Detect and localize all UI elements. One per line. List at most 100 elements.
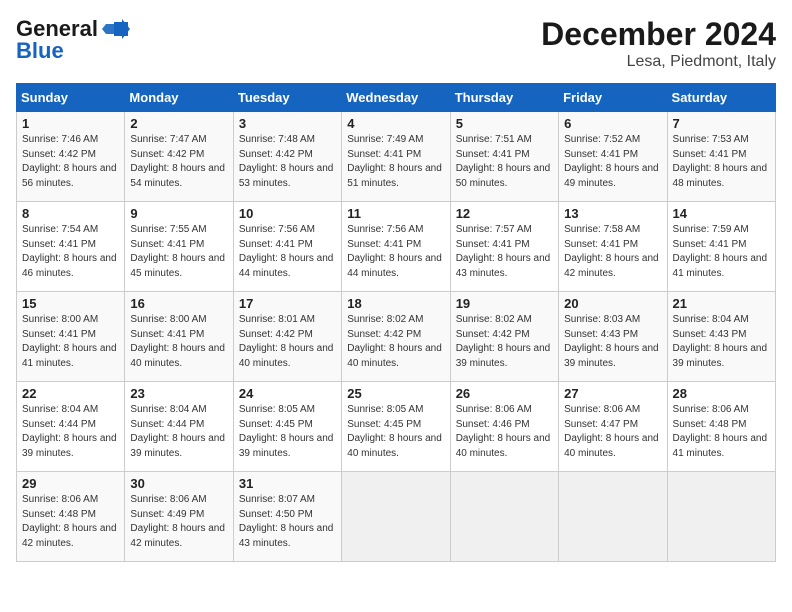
day-info: Sunrise: 7:52 AMSunset: 4:41 PMDaylight:… [564, 134, 659, 189]
day-number: 30 [130, 476, 227, 491]
calendar-week-row: 8 Sunrise: 7:54 AMSunset: 4:41 PMDayligh… [17, 202, 776, 292]
day-number: 18 [347, 296, 444, 311]
day-info: Sunrise: 8:05 AMSunset: 4:45 PMDaylight:… [239, 404, 334, 459]
calendar-table: SundayMondayTuesdayWednesdayThursdayFrid… [16, 83, 776, 562]
day-number: 19 [456, 296, 553, 311]
day-number: 12 [456, 206, 553, 221]
day-info: Sunrise: 8:05 AMSunset: 4:45 PMDaylight:… [347, 404, 442, 459]
day-info: Sunrise: 7:48 AMSunset: 4:42 PMDaylight:… [239, 134, 334, 189]
calendar-day-cell: 16 Sunrise: 8:00 AMSunset: 4:41 PMDaylig… [125, 292, 233, 382]
day-number: 7 [673, 116, 770, 131]
day-info: Sunrise: 8:04 AMSunset: 4:44 PMDaylight:… [130, 404, 225, 459]
calendar-day-cell: 12 Sunrise: 7:57 AMSunset: 4:41 PMDaylig… [450, 202, 558, 292]
calendar-day-cell: 21 Sunrise: 8:04 AMSunset: 4:43 PMDaylig… [667, 292, 775, 382]
weekday-header-tuesday: Tuesday [233, 84, 341, 112]
weekday-header-sunday: Sunday [17, 84, 125, 112]
day-number: 23 [130, 386, 227, 401]
weekday-header-wednesday: Wednesday [342, 84, 450, 112]
calendar-day-cell: 4 Sunrise: 7:49 AMSunset: 4:41 PMDayligh… [342, 112, 450, 202]
day-info: Sunrise: 8:02 AMSunset: 4:42 PMDaylight:… [456, 314, 551, 369]
day-number: 22 [22, 386, 119, 401]
day-number: 10 [239, 206, 336, 221]
weekday-header-friday: Friday [559, 84, 667, 112]
calendar-day-cell [342, 472, 450, 562]
weekday-header-monday: Monday [125, 84, 233, 112]
day-number: 6 [564, 116, 661, 131]
day-number: 26 [456, 386, 553, 401]
day-number: 28 [673, 386, 770, 401]
day-info: Sunrise: 8:00 AMSunset: 4:41 PMDaylight:… [130, 314, 225, 369]
day-number: 21 [673, 296, 770, 311]
day-info: Sunrise: 8:00 AMSunset: 4:41 PMDaylight:… [22, 314, 117, 369]
day-info: Sunrise: 8:02 AMSunset: 4:42 PMDaylight:… [347, 314, 442, 369]
calendar-day-cell: 1 Sunrise: 7:46 AMSunset: 4:42 PMDayligh… [17, 112, 125, 202]
calendar-day-cell: 14 Sunrise: 7:59 AMSunset: 4:41 PMDaylig… [667, 202, 775, 292]
day-info: Sunrise: 7:47 AMSunset: 4:42 PMDaylight:… [130, 134, 225, 189]
calendar-day-cell: 3 Sunrise: 7:48 AMSunset: 4:42 PMDayligh… [233, 112, 341, 202]
calendar-day-cell: 15 Sunrise: 8:00 AMSunset: 4:41 PMDaylig… [17, 292, 125, 382]
calendar-day-cell: 10 Sunrise: 7:56 AMSunset: 4:41 PMDaylig… [233, 202, 341, 292]
day-number: 3 [239, 116, 336, 131]
day-number: 8 [22, 206, 119, 221]
day-number: 24 [239, 386, 336, 401]
day-number: 25 [347, 386, 444, 401]
day-info: Sunrise: 8:04 AMSunset: 4:44 PMDaylight:… [22, 404, 117, 459]
title-block: December 2024 Lesa, Piedmont, Italy [541, 16, 776, 71]
calendar-day-cell: 30 Sunrise: 8:06 AMSunset: 4:49 PMDaylig… [125, 472, 233, 562]
day-info: Sunrise: 7:59 AMSunset: 4:41 PMDaylight:… [673, 224, 768, 279]
calendar-day-cell: 18 Sunrise: 8:02 AMSunset: 4:42 PMDaylig… [342, 292, 450, 382]
calendar-day-cell: 13 Sunrise: 7:58 AMSunset: 4:41 PMDaylig… [559, 202, 667, 292]
weekday-header-row: SundayMondayTuesdayWednesdayThursdayFrid… [17, 84, 776, 112]
day-number: 14 [673, 206, 770, 221]
day-info: Sunrise: 8:06 AMSunset: 4:46 PMDaylight:… [456, 404, 551, 459]
calendar-day-cell: 22 Sunrise: 8:04 AMSunset: 4:44 PMDaylig… [17, 382, 125, 472]
day-info: Sunrise: 7:55 AMSunset: 4:41 PMDaylight:… [130, 224, 225, 279]
calendar-day-cell: 24 Sunrise: 8:05 AMSunset: 4:45 PMDaylig… [233, 382, 341, 472]
calendar-day-cell: 2 Sunrise: 7:47 AMSunset: 4:42 PMDayligh… [125, 112, 233, 202]
day-info: Sunrise: 8:06 AMSunset: 4:48 PMDaylight:… [673, 404, 768, 459]
location: Lesa, Piedmont, Italy [541, 53, 776, 71]
calendar-day-cell: 8 Sunrise: 7:54 AMSunset: 4:41 PMDayligh… [17, 202, 125, 292]
day-number: 4 [347, 116, 444, 131]
day-number: 1 [22, 116, 119, 131]
logo-blue: Blue [16, 38, 64, 64]
day-info: Sunrise: 7:53 AMSunset: 4:41 PMDaylight:… [673, 134, 768, 189]
calendar-day-cell: 28 Sunrise: 8:06 AMSunset: 4:48 PMDaylig… [667, 382, 775, 472]
day-info: Sunrise: 8:03 AMSunset: 4:43 PMDaylight:… [564, 314, 659, 369]
calendar-day-cell: 5 Sunrise: 7:51 AMSunset: 4:41 PMDayligh… [450, 112, 558, 202]
calendar-week-row: 1 Sunrise: 7:46 AMSunset: 4:42 PMDayligh… [17, 112, 776, 202]
day-number: 9 [130, 206, 227, 221]
day-number: 17 [239, 296, 336, 311]
day-number: 29 [22, 476, 119, 491]
day-number: 27 [564, 386, 661, 401]
calendar-day-cell: 31 Sunrise: 8:07 AMSunset: 4:50 PMDaylig… [233, 472, 341, 562]
day-info: Sunrise: 8:06 AMSunset: 4:48 PMDaylight:… [22, 494, 117, 549]
calendar-day-cell: 25 Sunrise: 8:05 AMSunset: 4:45 PMDaylig… [342, 382, 450, 472]
calendar-week-row: 15 Sunrise: 8:00 AMSunset: 4:41 PMDaylig… [17, 292, 776, 382]
calendar-day-cell: 20 Sunrise: 8:03 AMSunset: 4:43 PMDaylig… [559, 292, 667, 382]
day-info: Sunrise: 7:54 AMSunset: 4:41 PMDaylight:… [22, 224, 117, 279]
day-info: Sunrise: 7:51 AMSunset: 4:41 PMDaylight:… [456, 134, 551, 189]
calendar-day-cell: 7 Sunrise: 7:53 AMSunset: 4:41 PMDayligh… [667, 112, 775, 202]
calendar-day-cell [559, 472, 667, 562]
logo-arrow-icon [100, 18, 130, 40]
weekday-header-thursday: Thursday [450, 84, 558, 112]
weekday-header-saturday: Saturday [667, 84, 775, 112]
day-number: 20 [564, 296, 661, 311]
day-info: Sunrise: 8:01 AMSunset: 4:42 PMDaylight:… [239, 314, 334, 369]
calendar-day-cell [450, 472, 558, 562]
calendar-day-cell: 23 Sunrise: 8:04 AMSunset: 4:44 PMDaylig… [125, 382, 233, 472]
day-number: 11 [347, 206, 444, 221]
day-number: 15 [22, 296, 119, 311]
calendar-day-cell: 6 Sunrise: 7:52 AMSunset: 4:41 PMDayligh… [559, 112, 667, 202]
day-number: 2 [130, 116, 227, 131]
day-info: Sunrise: 7:49 AMSunset: 4:41 PMDaylight:… [347, 134, 442, 189]
logo: General Blue [16, 16, 130, 64]
calendar-week-row: 22 Sunrise: 8:04 AMSunset: 4:44 PMDaylig… [17, 382, 776, 472]
day-number: 13 [564, 206, 661, 221]
calendar-day-cell: 26 Sunrise: 8:06 AMSunset: 4:46 PMDaylig… [450, 382, 558, 472]
page-header: General Blue December 2024 Lesa, Piedmon… [16, 16, 776, 71]
day-info: Sunrise: 8:06 AMSunset: 4:49 PMDaylight:… [130, 494, 225, 549]
calendar-day-cell: 9 Sunrise: 7:55 AMSunset: 4:41 PMDayligh… [125, 202, 233, 292]
day-info: Sunrise: 7:46 AMSunset: 4:42 PMDaylight:… [22, 134, 117, 189]
